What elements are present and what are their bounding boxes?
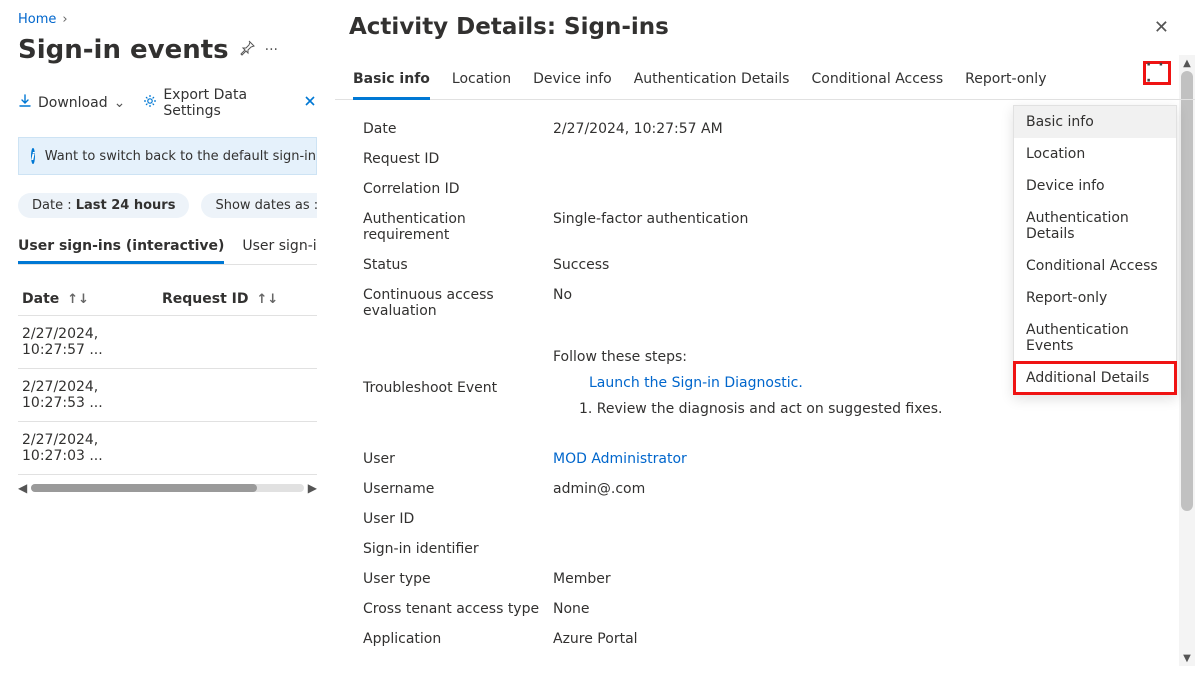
field-authreq-key: Authentication requirement <box>363 211 553 243</box>
scroll-thumb[interactable] <box>31 484 257 492</box>
field-user-val[interactable]: MOD Administrator <box>553 451 687 467</box>
more-icon[interactable]: ··· <box>265 42 278 58</box>
download-label: Download <box>38 95 108 111</box>
close-icon[interactable]: ✕ <box>1154 17 1169 38</box>
field-application-key: Application <box>363 631 553 647</box>
filter-chip-showdates[interactable]: Show dates as : Local <box>201 193 317 218</box>
field-troubleshoot-key: Troubleshoot Event <box>363 380 553 396</box>
filter-chip-date[interactable]: Date : Last 24 hours <box>18 193 189 218</box>
step-1: 1. Review the diagnosis and act on sugge… <box>553 401 1177 417</box>
cell-date: 2/27/2024, 10:27:57 ... <box>22 326 162 358</box>
info-banner: i Want to switch back to the default sig… <box>18 137 317 175</box>
gear-icon <box>143 94 157 112</box>
info-icon: i <box>31 148 35 164</box>
page-title: Sign-in events <box>18 35 229 65</box>
tab-conditional-access[interactable]: Conditional Access <box>811 65 943 99</box>
col-header-date-label: Date <box>22 291 59 307</box>
field-user-key: User <box>363 451 553 467</box>
detail-title: Activity Details: Sign-ins <box>349 14 669 40</box>
field-userid-key: User ID <box>363 511 553 527</box>
detail-header: Activity Details: Sign-ins ✕ <box>335 0 1195 54</box>
signins-table: Date ↑↓ Request ID ↑↓ 2/27/2024, 10:27:5… <box>18 283 317 495</box>
chip-showdates-prefix: Show dates as : <box>215 198 317 213</box>
vertical-scrollbar[interactable]: ▲ ▼ <box>1179 55 1195 666</box>
field-crosstenant-val: None <box>553 601 1177 617</box>
field-status-key: Status <box>363 257 553 273</box>
download-icon <box>18 94 32 112</box>
menu-item-device-info[interactable]: Device info <box>1014 170 1176 202</box>
field-usertype-val: Member <box>553 571 1177 587</box>
detail-body: ▲ ▼ Basic info Location Device info Auth… <box>335 54 1195 666</box>
export-settings-button[interactable]: Export Data Settings <box>143 87 285 119</box>
col-header-date[interactable]: Date ↑↓ <box>22 291 162 307</box>
chevron-right-icon: › <box>62 12 67 27</box>
chip-date-prefix: Date : <box>32 198 76 213</box>
field-username-val: admin@.com <box>553 481 1177 497</box>
scroll-left-icon[interactable]: ◀ <box>18 481 27 495</box>
launch-diagnostic-link[interactable]: Launch the Sign-in Diagnostic. <box>589 375 803 391</box>
horizontal-scrollbar[interactable]: ◀ ▶ <box>18 481 317 495</box>
menu-item-location[interactable]: Location <box>1014 138 1176 170</box>
field-application-val: Azure Portal <box>553 631 1177 647</box>
tool-icon[interactable] <box>303 94 317 112</box>
menu-item-basic-info[interactable]: Basic info <box>1014 106 1176 138</box>
menu-item-conditional-access[interactable]: Conditional Access <box>1014 250 1176 282</box>
field-userid-val <box>553 511 1177 527</box>
table-row[interactable]: 2/27/2024, 10:27:03 ... <box>18 422 317 475</box>
info-banner-text: Want to switch back to the default sign-… <box>45 149 317 164</box>
field-signinident-val <box>553 541 1177 557</box>
page-title-row: Sign-in events ··· <box>18 35 317 65</box>
chevron-down-icon: ⌄ <box>114 95 126 111</box>
scroll-right-icon[interactable]: ▶ <box>308 481 317 495</box>
sort-icon: ↑↓ <box>67 292 89 307</box>
sub-tabs: User sign-ins (interactive) User sign-in… <box>18 232 317 265</box>
scroll-track[interactable] <box>31 484 304 492</box>
cell-request <box>162 379 313 411</box>
field-usertype-key: User type <box>363 571 553 587</box>
cell-request <box>162 432 313 464</box>
left-pane: Home › Sign-in events ··· Download ⌄ Exp… <box>0 0 335 676</box>
field-cae-key: Continuous access evaluation <box>363 287 553 319</box>
field-crosstenant-key: Cross tenant access type <box>363 601 553 617</box>
field-requestid-key: Request ID <box>363 151 553 167</box>
cell-date: 2/27/2024, 10:27:53 ... <box>22 379 162 411</box>
menu-item-auth-details[interactable]: Authentication Details <box>1014 202 1176 250</box>
field-correlationid-key: Correlation ID <box>363 181 553 197</box>
scroll-thumb[interactable] <box>1181 71 1193 511</box>
tab-overflow-menu: Basic info Location Device info Authenti… <box>1013 105 1177 395</box>
tab-basic-info[interactable]: Basic info <box>353 65 430 100</box>
detail-panel: Activity Details: Sign-ins ✕ ▲ ▼ Basic i… <box>335 0 1195 676</box>
tab-overflow-button[interactable]: · · · <box>1143 61 1171 85</box>
field-signinident-key: Sign-in identifier <box>363 541 553 557</box>
breadcrumb: Home › <box>18 12 317 27</box>
cell-request <box>162 326 313 358</box>
field-date-key: Date <box>363 121 553 137</box>
sub-tab-noninteractive[interactable]: User sign-ins (non-interactive) <box>242 232 317 264</box>
sort-icon: ↑↓ <box>257 292 279 307</box>
export-settings-label: Export Data Settings <box>163 87 285 119</box>
pin-icon[interactable] <box>239 40 255 60</box>
menu-item-auth-events[interactable]: Authentication Events <box>1014 314 1176 362</box>
menu-item-additional-details[interactable]: Additional Details <box>1013 361 1177 395</box>
col-header-request-label: Request ID <box>162 291 249 307</box>
scroll-down-icon[interactable]: ▼ <box>1179 650 1195 666</box>
filter-chips: Date : Last 24 hours Show dates as : Loc… <box>18 193 317 218</box>
detail-tabs: Basic info Location Device info Authenti… <box>335 55 1195 100</box>
menu-item-report-only[interactable]: Report-only <box>1014 282 1176 314</box>
field-username-key: Username <box>363 481 553 497</box>
chip-date-value: Last 24 hours <box>76 198 176 213</box>
tab-auth-details[interactable]: Authentication Details <box>634 65 790 99</box>
table-header: Date ↑↓ Request ID ↑↓ <box>18 283 317 316</box>
table-row[interactable]: 2/27/2024, 10:27:57 ... <box>18 316 317 369</box>
download-button[interactable]: Download ⌄ <box>18 94 125 112</box>
col-header-request[interactable]: Request ID ↑↓ <box>162 291 313 307</box>
table-row[interactable]: 2/27/2024, 10:27:53 ... <box>18 369 317 422</box>
sub-tab-interactive[interactable]: User sign-ins (interactive) <box>18 232 224 264</box>
cell-date: 2/27/2024, 10:27:03 ... <box>22 432 162 464</box>
tab-location[interactable]: Location <box>452 65 511 99</box>
toolbar: Download ⌄ Export Data Settings <box>18 87 317 119</box>
breadcrumb-home[interactable]: Home <box>18 12 56 27</box>
tab-report-only[interactable]: Report-only <box>965 65 1046 99</box>
tab-device-info[interactable]: Device info <box>533 65 612 99</box>
